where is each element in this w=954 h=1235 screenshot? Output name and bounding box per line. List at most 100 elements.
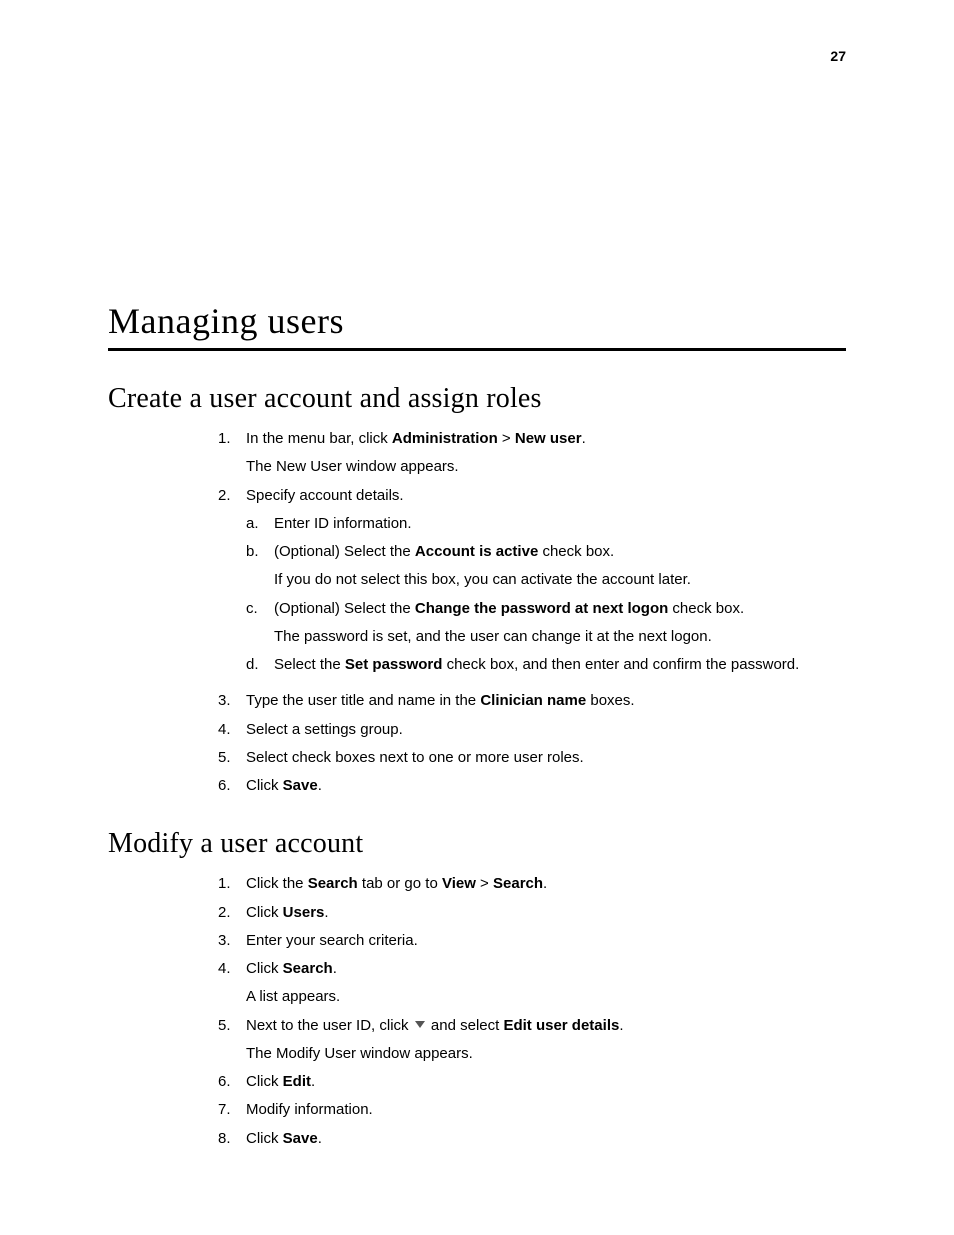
step-number: 4. — [218, 959, 246, 1008]
step-number: 1. — [218, 429, 246, 478]
bold-text: Change the password at next logon — [415, 600, 668, 617]
text: check box. — [538, 543, 614, 560]
step-1: 1. Click the Search tab or go to View > … — [218, 874, 846, 894]
bold-text: Clinician name — [480, 692, 586, 709]
step-number: 2. — [218, 486, 246, 684]
step-number: 4. — [218, 720, 246, 740]
step-body: Click Save. — [246, 1129, 846, 1149]
step-body: Click Search. A list appears. — [246, 959, 846, 1008]
text: (Optional) Select the — [274, 543, 415, 560]
text: . — [324, 904, 328, 921]
substep-body: (Optional) Select the Account is active … — [274, 542, 846, 591]
bold-text: Edit user details — [503, 1017, 619, 1034]
step-4: 4. Click Search. A list appears. — [218, 959, 846, 1008]
step-5: 5. Next to the user ID, click and select… — [218, 1016, 846, 1065]
step-number: 7. — [218, 1100, 246, 1120]
step-2: 2. Click Users. — [218, 903, 846, 923]
text: tab or go to — [358, 875, 442, 892]
step-body: Select check boxes next to one or more u… — [246, 748, 846, 768]
step-number: 5. — [218, 748, 246, 768]
bold-text: Users — [283, 904, 325, 921]
step-number: 8. — [218, 1129, 246, 1149]
bold-text: New user — [515, 430, 582, 447]
text: Specify account details. — [246, 487, 404, 504]
step-6: 6. Click Save. — [218, 776, 846, 796]
dropdown-icon — [415, 1021, 425, 1028]
bold-text: Save — [283, 1130, 318, 1147]
text: . — [333, 960, 337, 977]
text: . — [311, 1073, 315, 1090]
step-body: Select a settings group. — [246, 720, 846, 740]
text: Type the user title and name in the — [246, 692, 480, 709]
step-follow: The New User window appears. — [246, 457, 846, 477]
text: (Optional) Select the — [274, 600, 415, 617]
bold-text: Edit — [283, 1073, 311, 1090]
step-number: 1. — [218, 874, 246, 894]
step-8: 8. Click Save. — [218, 1129, 846, 1149]
section-heading-create: Create a user account and assign roles — [108, 383, 846, 415]
text: check box. — [668, 600, 744, 617]
step-body: Click Users. — [246, 903, 846, 923]
step-body: In the menu bar, click Administration > … — [246, 429, 846, 478]
text: Click — [246, 777, 283, 794]
substep-follow: If you do not select this box, you can a… — [274, 570, 846, 590]
substep-body: Enter ID information. — [274, 514, 846, 534]
substep-body: (Optional) Select the Change the passwor… — [274, 599, 846, 648]
step-body: Specify account details. a. Enter ID inf… — [246, 486, 846, 684]
step-body: Type the user title and name in the Clin… — [246, 691, 846, 711]
step-body: Enter your search criteria. — [246, 931, 846, 951]
step-number: 5. — [218, 1016, 246, 1065]
step-body: Click Save. — [246, 776, 846, 796]
substep-b: b. (Optional) Select the Account is acti… — [246, 542, 846, 591]
text: Click — [246, 960, 283, 977]
steps-modify: 1. Click the Search tab or go to View > … — [218, 874, 846, 1149]
bold-text: Set password — [345, 656, 443, 673]
step-number: 3. — [218, 931, 246, 951]
step-body: Click Edit. — [246, 1072, 846, 1092]
bold-text: View — [442, 875, 476, 892]
step-body: Click the Search tab or go to View > Sea… — [246, 874, 846, 894]
step-3: 3. Type the user title and name in the C… — [218, 691, 846, 711]
bold-text: Administration — [392, 430, 498, 447]
bold-text: Search — [283, 960, 333, 977]
text: Click — [246, 904, 283, 921]
bold-text: Search — [308, 875, 358, 892]
substep-body: Select the Set password check box, and t… — [274, 655, 846, 675]
bold-text: Save — [283, 777, 318, 794]
step-2: 2. Specify account details. a. Enter ID … — [218, 486, 846, 684]
bold-text: Search — [493, 875, 543, 892]
page-number: 27 — [830, 48, 846, 64]
page-title: Managing users — [108, 300, 846, 351]
step-follow: A list appears. — [246, 987, 846, 1007]
step-number: 6. — [218, 1072, 246, 1092]
substeps: a. Enter ID information. b. (Optional) S… — [246, 514, 846, 676]
text: Select the — [274, 656, 345, 673]
section-heading-modify: Modify a user account — [108, 828, 846, 860]
step-body: Modify information. — [246, 1100, 846, 1120]
steps-create: 1. In the menu bar, click Administration… — [218, 429, 846, 796]
text: > — [498, 430, 515, 447]
text: and select — [427, 1017, 504, 1034]
step-5: 5. Select check boxes next to one or mor… — [218, 748, 846, 768]
step-body: Next to the user ID, click and select Ed… — [246, 1016, 846, 1065]
text: Click the — [246, 875, 308, 892]
text: In the menu bar, click — [246, 430, 392, 447]
substep-number: d. — [246, 655, 274, 675]
step-4: 4. Select a settings group. — [218, 720, 846, 740]
text: . — [619, 1017, 623, 1034]
text: . — [582, 430, 586, 447]
step-6: 6. Click Edit. — [218, 1072, 846, 1092]
text: . — [543, 875, 547, 892]
substep-c: c. (Optional) Select the Change the pass… — [246, 599, 846, 648]
bold-text: Account is active — [415, 543, 538, 560]
substep-d: d. Select the Set password check box, an… — [246, 655, 846, 675]
substep-number: c. — [246, 599, 274, 648]
step-1: 1. In the menu bar, click Administration… — [218, 429, 846, 478]
step-number: 6. — [218, 776, 246, 796]
text: Click — [246, 1073, 283, 1090]
substep-follow: The password is set, and the user can ch… — [274, 627, 846, 647]
step-7: 7. Modify information. — [218, 1100, 846, 1120]
step-follow: The Modify User window appears. — [246, 1044, 846, 1064]
substep-number: b. — [246, 542, 274, 591]
step-number: 2. — [218, 903, 246, 923]
